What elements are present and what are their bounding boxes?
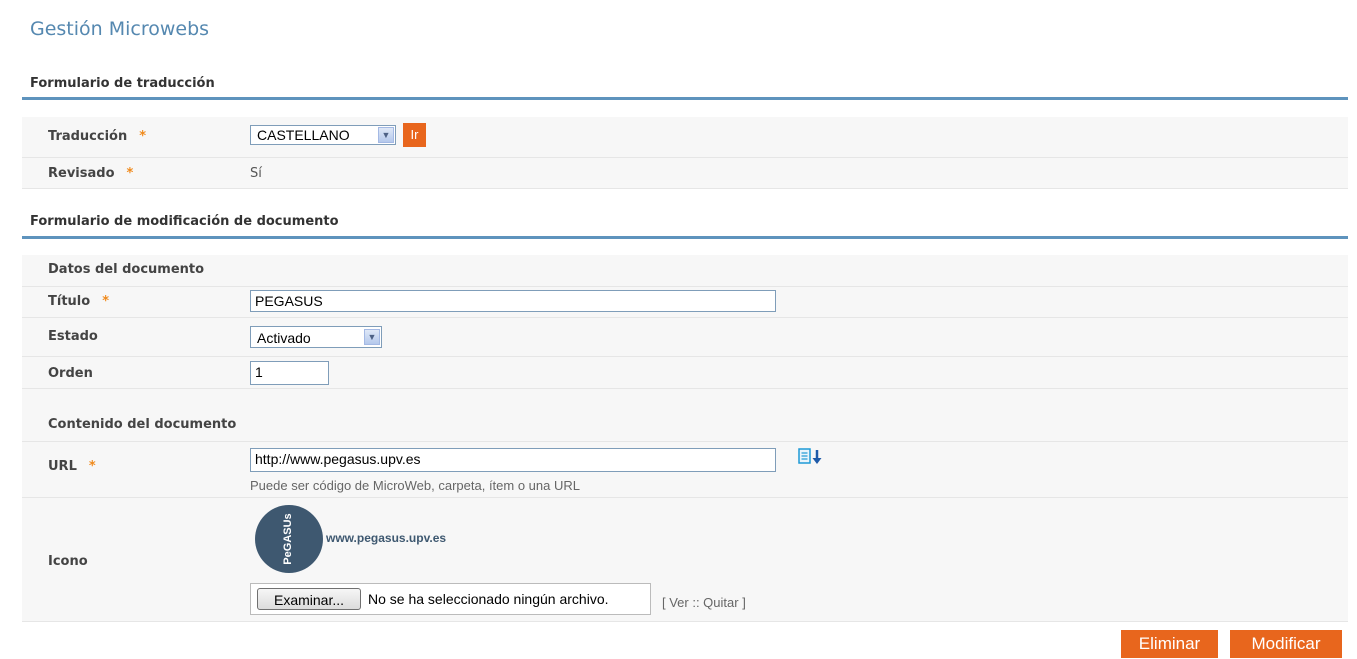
icono-row: Icono PeGASUs www.pegasus.upv.es Examina… <box>22 498 1348 622</box>
traduccion-label: Traducción * <box>48 129 147 144</box>
ir-button[interactable]: Ir <box>403 123 426 147</box>
url-row: URL * http://www.pegasus.upv.es Puede ser… <box>22 442 1348 498</box>
titulo-input[interactable]: PEGASUS <box>250 290 776 312</box>
orden-input[interactable]: 1 <box>250 361 329 385</box>
required-mark: * <box>139 129 147 144</box>
page-title: Gestión Microwebs <box>30 18 210 40</box>
logo-lettering: PeGASUs <box>282 513 294 564</box>
section-divider <box>22 97 1348 100</box>
revisado-row: Revisado * Sí <box>22 158 1348 189</box>
contenido-header: Contenido del documento <box>48 417 237 432</box>
titulo-row: Título * PEGASUS <box>22 287 1348 318</box>
browse-button[interactable]: Examinar... <box>257 588 361 610</box>
chevron-down-icon: ▼ <box>364 329 380 345</box>
logo-site-text: www.pegasus.upv.es <box>326 531 447 545</box>
required-mark: * <box>126 166 134 181</box>
required-mark: * <box>102 294 109 309</box>
ver-quitar-links[interactable]: [ Ver :: Quitar ] <box>662 595 746 610</box>
modificar-button[interactable]: Modificar <box>1230 630 1342 658</box>
section-divider <box>22 236 1348 239</box>
eliminar-button[interactable]: Eliminar <box>1121 630 1218 658</box>
no-file-text: No se ha seleccionado ningún archivo. <box>368 591 609 607</box>
revisado-label: Revisado * <box>48 166 134 181</box>
document-form-header: Formulario de modificación de documento <box>30 214 339 229</box>
translation-form-header: Formulario de traducción <box>30 76 215 91</box>
traduccion-select[interactable]: CASTELLANO ▼ <box>250 125 396 145</box>
estado-label: Estado <box>48 329 98 344</box>
revisado-value: Sí <box>250 166 262 181</box>
required-mark: * <box>88 459 96 474</box>
estado-row: Estado Activado ▼ <box>22 318 1348 357</box>
orden-label: Orden <box>48 366 93 381</box>
traduccion-row: Traducción * CASTELLANO ▼ Ir <box>22 117 1348 158</box>
orden-row: Orden 1 <box>22 357 1348 389</box>
contenido-header-row: Contenido del documento <box>22 389 1348 442</box>
datos-header-row: Datos del documento <box>22 255 1348 287</box>
datos-header: Datos del documento <box>48 262 205 277</box>
file-input[interactable]: Examinar... No se ha seleccionado ningún… <box>250 583 651 615</box>
titulo-label: Título * <box>48 294 109 309</box>
chevron-down-icon: ▼ <box>378 127 394 143</box>
document-link-icon[interactable] <box>798 448 832 466</box>
url-input[interactable]: http://www.pegasus.upv.es <box>250 448 776 472</box>
url-hint: Puede ser código de MicroWeb, carpeta, í… <box>250 478 580 493</box>
url-label: URL * <box>48 459 96 474</box>
icono-label: Icono <box>48 554 88 569</box>
pegasus-logo: PeGASUs www.pegasus.upv.es <box>254 504 500 574</box>
estado-select[interactable]: Activado ▼ <box>250 326 382 348</box>
